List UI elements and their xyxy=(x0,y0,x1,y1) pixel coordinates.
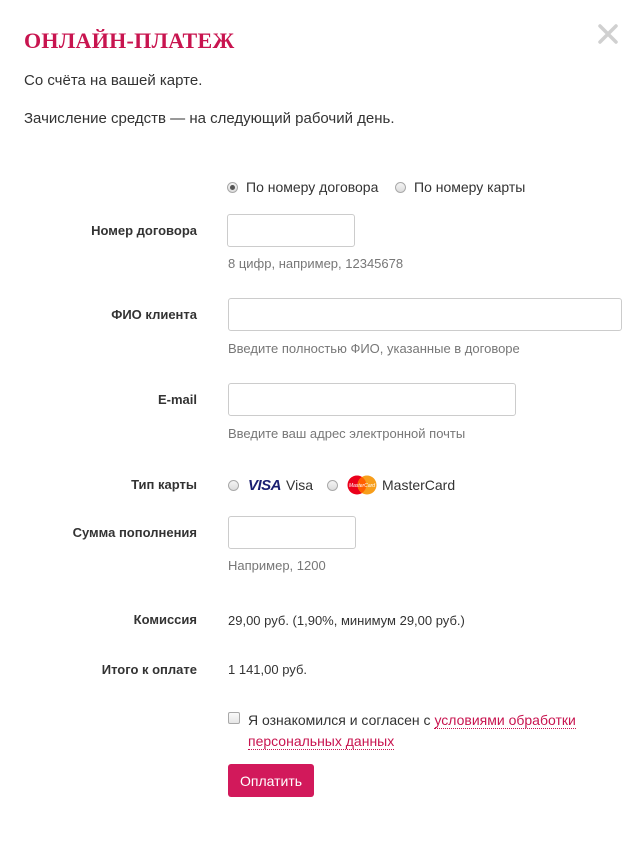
radio-mastercard[interactable] xyxy=(327,480,338,491)
radio-by-card-label[interactable]: По номеру карты xyxy=(414,179,525,195)
contract-number-input[interactable] xyxy=(227,214,355,247)
commission-label: Комиссия xyxy=(133,612,197,627)
email-label: E-mail xyxy=(157,392,197,407)
pay-button[interactable]: Оплатить xyxy=(228,764,314,797)
svg-text:MasterCard: MasterCard xyxy=(349,483,375,489)
fio-input[interactable] xyxy=(228,298,622,331)
total-value: 1 141,00 руб. xyxy=(228,662,308,677)
contract-label: Номер договора xyxy=(91,223,197,238)
consent-label: Я ознакомился и согласен с xyxy=(248,712,431,728)
total-label: Итого к оплате xyxy=(101,662,197,677)
consent-text: Я ознакомился и согласен с условиями обр… xyxy=(248,710,608,752)
visa-logo: VISA xyxy=(248,477,282,494)
radio-by-card[interactable] xyxy=(395,182,406,193)
card-type-label: Тип карты xyxy=(131,477,197,492)
radio-visa-label[interactable]: Visa xyxy=(286,477,313,493)
radio-by-contract-label[interactable]: По номеру договора xyxy=(246,179,378,195)
radio-mastercard-label[interactable]: MasterCard xyxy=(382,477,455,493)
mastercard-logo: MasterCard xyxy=(347,475,377,495)
amount-hint: Например, 1200 xyxy=(228,558,326,573)
intro-text-1: Со счёта на вашей карте. xyxy=(24,72,203,89)
close-icon[interactable] xyxy=(596,22,620,46)
email-input[interactable] xyxy=(228,383,516,416)
radio-visa[interactable] xyxy=(228,480,239,491)
fio-label: ФИО клиента xyxy=(111,307,197,322)
contract-hint: 8 цифр, например, 12345678 xyxy=(228,256,404,271)
amount-input[interactable] xyxy=(228,516,356,549)
commission-value: 29,00 руб. (1,90%, минимум 29,00 руб.) xyxy=(228,613,465,628)
amount-label: Сумма пополнения xyxy=(72,525,197,540)
consent-checkbox[interactable] xyxy=(228,712,240,724)
fio-hint: Введите полностью ФИО, указанные в догов… xyxy=(228,341,520,356)
radio-by-contract[interactable] xyxy=(227,182,238,193)
intro-text-2: Зачисление средств — на следующий рабочи… xyxy=(24,110,395,127)
email-hint: Введите ваш адрес электронной почты xyxy=(228,426,466,441)
dialog-title: ОНЛАЙН-ПЛАТЕЖ xyxy=(24,28,235,53)
